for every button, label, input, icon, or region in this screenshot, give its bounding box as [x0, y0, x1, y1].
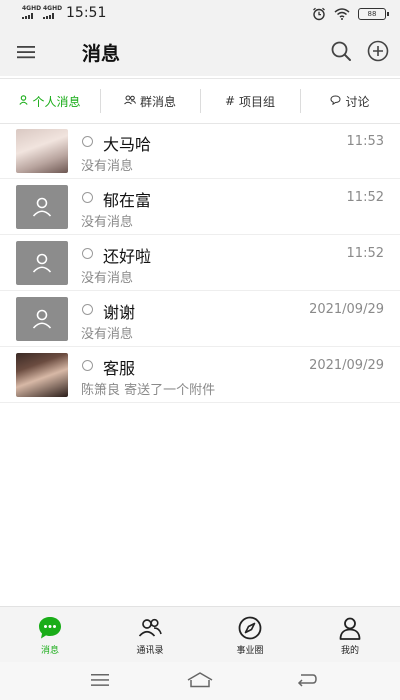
app-header: 消息	[0, 28, 400, 76]
person-icon	[19, 94, 29, 108]
add-icon[interactable]	[366, 39, 390, 63]
tab-label: 项目组	[239, 94, 276, 109]
message-tabs: 个人消息 群消息 # 项目组 讨论	[0, 78, 400, 124]
alarm-icon	[313, 7, 325, 21]
nav-label: 通讯录	[136, 646, 164, 656]
contact-name: 客服	[103, 359, 136, 378]
avatar-photo	[16, 129, 68, 173]
message-time: 2021/09/29	[309, 358, 384, 373]
nav-contacts[interactable]: 通讯录	[100, 607, 200, 663]
default-user-icon	[16, 241, 68, 285]
message-preview: 陈箫良 寄送了一个附件	[81, 383, 216, 398]
tab-label: 讨论	[345, 94, 370, 109]
conversation-list: 大马哈 没有消息 11:53 郁在富 没有消息 11:52 还好啦 没有消息 1…	[0, 123, 400, 403]
signal-label-1: 4GHD	[22, 5, 42, 12]
nav-messages[interactable]: 消息	[0, 607, 100, 663]
back-icon[interactable]	[296, 672, 318, 688]
status-circle-icon	[82, 248, 93, 259]
contacts-icon	[138, 618, 162, 637]
message-time: 2021/09/29	[309, 302, 384, 317]
profile-icon	[339, 617, 361, 640]
message-time: 11:52	[346, 190, 384, 205]
status-circle-icon	[82, 304, 93, 315]
default-user-icon	[16, 185, 68, 229]
status-time: 15:51	[66, 5, 107, 21]
signal-indicator-1: 4GHD	[22, 6, 41, 19]
tab-discussions[interactable]: 讨论	[300, 79, 400, 123]
default-user-icon	[16, 297, 68, 341]
contact-name: 郁在富	[103, 191, 152, 210]
tab-label: 群消息	[139, 94, 176, 109]
search-icon[interactable]	[330, 40, 352, 62]
nav-label: 我的	[340, 646, 359, 656]
nav-me[interactable]: 我的	[300, 607, 400, 663]
message-preview: 没有消息	[81, 327, 134, 342]
message-preview: 没有消息	[81, 159, 134, 174]
avatar-photo	[16, 353, 68, 397]
status-circle-icon	[82, 136, 93, 147]
status-circle-icon	[82, 192, 93, 203]
tab-label: 个人消息	[32, 94, 81, 109]
menu-icon[interactable]	[16, 42, 36, 62]
message-preview: 没有消息	[81, 215, 134, 230]
conversation-row[interactable]: 客服 陈箫良 寄送了一个附件 2021/09/29	[0, 347, 400, 403]
chat-bubble-icon	[330, 94, 341, 108]
nav-career-circle[interactable]: 事业圈	[200, 607, 300, 663]
status-circle-icon	[82, 360, 93, 371]
nav-label: 消息	[40, 646, 59, 656]
message-time: 11:52	[346, 246, 384, 261]
tab-group-messages[interactable]: 群消息	[100, 79, 200, 123]
message-preview: 没有消息	[81, 271, 134, 286]
conversation-row[interactable]: 大马哈 没有消息 11:53	[0, 123, 400, 179]
page-title: 消息	[82, 43, 121, 65]
contact-name: 大马哈	[103, 135, 152, 154]
nav-label: 事业圈	[236, 646, 264, 656]
bottom-navigation: 消息 通讯录 事业圈 我的	[0, 606, 400, 663]
contact-name: 谢谢	[103, 303, 136, 322]
wifi-icon	[334, 8, 350, 20]
tab-personal-messages[interactable]: 个人消息	[0, 79, 100, 123]
conversation-row[interactable]: 还好啦 没有消息 11:52	[0, 235, 400, 291]
signal-indicator-2: 4GHD	[43, 6, 62, 19]
group-icon	[124, 95, 136, 108]
message-time: 11:53	[346, 134, 384, 149]
tab-project-groups[interactable]: # 项目组	[200, 79, 300, 123]
home-icon[interactable]	[186, 671, 214, 689]
conversation-row[interactable]: 谢谢 没有消息 2021/09/29	[0, 291, 400, 347]
conversation-row[interactable]: 郁在富 没有消息 11:52	[0, 179, 400, 235]
message-icon	[39, 617, 61, 639]
system-navigation-bar	[0, 662, 400, 700]
status-bar: 4GHD 4GHD 15:51 88	[0, 0, 400, 28]
signal-label-2: 4GHD	[43, 5, 63, 12]
battery-indicator: 88	[358, 8, 389, 20]
recents-menu-icon[interactable]	[90, 672, 110, 688]
compass-icon	[238, 616, 262, 640]
contact-name: 还好啦	[103, 247, 152, 266]
hash-icon: #	[224, 94, 236, 108]
